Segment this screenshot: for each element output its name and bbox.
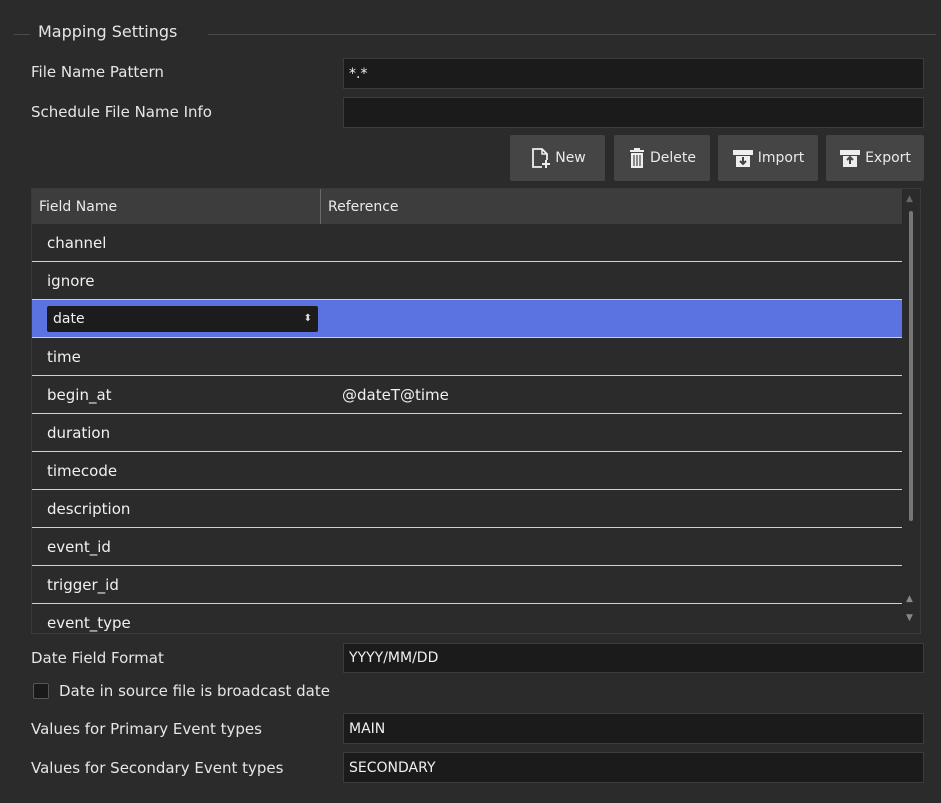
secondary-event-types-label: Values for Secondary Event types (31, 759, 284, 777)
date-field-format-input[interactable]: YYYY/MM/DD (343, 643, 924, 673)
mapping-settings-title: Mapping Settings (38, 22, 178, 41)
table-row[interactable]: begin_at @dateT@time (32, 376, 902, 414)
schedule-file-name-info-input[interactable] (343, 97, 924, 128)
table-row[interactable]: event_id (32, 528, 902, 566)
up-down-arrows-icon: ⬍ (303, 313, 312, 324)
field-name-cell: time (47, 347, 81, 366)
delete-label: Delete (650, 150, 696, 166)
delete-button[interactable]: Delete (614, 135, 710, 181)
table-row-selected[interactable]: date ⬍ (32, 300, 902, 338)
field-name-cell: ignore (47, 271, 95, 290)
new-file-icon (529, 147, 551, 169)
field-name-cell: duration (47, 423, 111, 442)
new-label: New (555, 150, 586, 166)
table-header: Field Name Reference (32, 189, 902, 224)
column-header-field-name[interactable]: Field Name (32, 189, 321, 224)
scroll-up-icon[interactable]: ▲ (906, 194, 913, 204)
export-label: Export (865, 150, 911, 166)
table-row[interactable]: trigger_id (32, 566, 902, 604)
table-scrollbar[interactable]: ▲ ▲ ▼ (902, 189, 920, 633)
field-name-cell: event_id (47, 537, 111, 556)
import-label: Import (757, 150, 805, 166)
field-name-cell: event_type (47, 613, 131, 632)
group-border-left (14, 34, 30, 35)
new-button[interactable]: New (510, 135, 605, 181)
primary-event-types-label: Values for Primary Event types (31, 720, 262, 738)
group-border-right (208, 34, 936, 35)
export-icon (839, 148, 861, 168)
table-row[interactable]: duration (32, 414, 902, 452)
table-row[interactable]: channel (32, 224, 902, 262)
table-row[interactable]: time (32, 338, 902, 376)
broadcast-date-checkbox[interactable] (33, 683, 49, 699)
schedule-file-name-info-label: Schedule File Name Info (31, 103, 212, 121)
secondary-event-types-input[interactable]: SECONDARY (343, 752, 924, 783)
field-name-cell: description (47, 499, 131, 518)
date-field-format-label: Date Field Format (31, 649, 164, 667)
scroll-up-icon[interactable]: ▲ (906, 594, 913, 604)
column-header-reference[interactable]: Reference (321, 199, 399, 215)
mapping-table: Field Name Reference channel ignore date… (31, 188, 921, 634)
table-row[interactable]: event_type (32, 604, 902, 633)
primary-event-types-input[interactable]: MAIN (343, 713, 924, 744)
import-button[interactable]: Import (718, 135, 818, 181)
broadcast-date-label[interactable]: Date in source file is broadcast date (59, 682, 330, 700)
field-name-cell: timecode (47, 461, 118, 480)
file-name-pattern-input[interactable]: *.* (343, 58, 924, 89)
field-name-dropdown[interactable]: date ⬍ (47, 305, 318, 332)
field-name-cell: trigger_id (47, 575, 119, 594)
trash-icon (628, 147, 646, 169)
field-name-cell: channel (47, 233, 107, 252)
table-row[interactable]: ignore (32, 262, 902, 300)
import-icon (732, 148, 754, 168)
table-row[interactable]: timecode (32, 452, 902, 490)
dropdown-value: date (53, 310, 85, 327)
reference-cell: @dateT@time (342, 385, 449, 404)
table-row[interactable]: description (32, 490, 902, 528)
table-body: channel ignore date ⬍ time begin_at @dat… (32, 224, 902, 633)
scroll-down-icon[interactable]: ▼ (906, 613, 913, 623)
field-name-cell: begin_at (47, 385, 112, 404)
scrollbar-thumb[interactable] (909, 211, 913, 521)
file-name-pattern-label: File Name Pattern (31, 63, 164, 81)
export-button[interactable]: Export (826, 135, 924, 181)
